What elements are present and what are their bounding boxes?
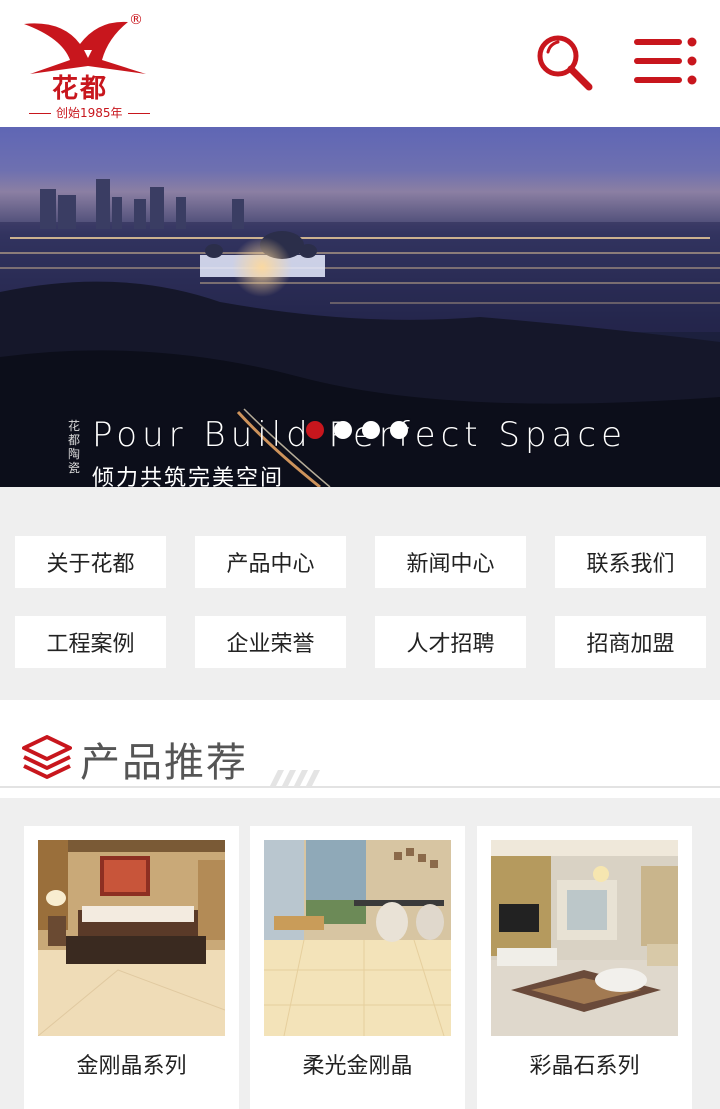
site-header: ® 花都 创始1985年 (0, 0, 720, 127)
product-image-1 (38, 840, 225, 1036)
carousel-dot-1[interactable] (306, 421, 324, 439)
nav-about[interactable]: 关于花都 (15, 536, 166, 588)
product-name-3: 彩晶石系列 (529, 1054, 640, 1079)
quick-nav-grid: 关于花都 产品中心 新闻中心 联系我们 工程案例 企业荣誉 人才招聘 招商加盟 (0, 503, 720, 698)
carousel-dots (306, 421, 408, 439)
layers-icon (22, 735, 72, 779)
product-card-3[interactable]: 彩晶石系列 (477, 826, 692, 1109)
since-text: 创始1985年 (24, 104, 152, 121)
product-card-1[interactable]: 金刚晶系列 (24, 826, 239, 1109)
product-image-3 (491, 840, 678, 1036)
menu-button[interactable] (630, 34, 702, 90)
menu-icon (634, 37, 697, 85)
nav-honors[interactable]: 企业荣誉 (195, 616, 346, 668)
banner-tagline-cn: 倾力共筑完美空间 (92, 466, 285, 487)
nav-contact[interactable]: 联系我们 (555, 536, 706, 588)
product-name-1: 金刚晶系列 (76, 1054, 187, 1079)
product-recommend-header: 产品推荐 (0, 700, 720, 798)
carousel-dot-4[interactable] (390, 421, 408, 439)
banner-side-tag: 花都陶瓷 (67, 419, 80, 475)
search-icon (537, 35, 593, 91)
registered-mark: ® (129, 12, 143, 28)
brand-logo[interactable]: ® 花都 创始1985年 (18, 12, 158, 120)
nav-franchise[interactable]: 招商加盟 (555, 616, 706, 668)
brand-name: 花都 (52, 74, 109, 104)
nav-careers[interactable]: 人才招聘 (375, 616, 526, 668)
nav-news[interactable]: 新闻中心 (375, 536, 526, 588)
product-list: 金刚晶系列 柔光金刚晶 彩晶石系列 (0, 800, 720, 1109)
section-title: 产品推荐 (80, 740, 248, 786)
product-image-2 (264, 840, 451, 1036)
decorative-stripes (270, 770, 320, 786)
search-button[interactable] (534, 32, 596, 94)
carousel-dot-3[interactable] (362, 421, 380, 439)
section-divider (0, 786, 720, 788)
product-card-2[interactable]: 柔光金刚晶 (250, 826, 465, 1109)
nav-cases[interactable]: 工程案例 (15, 616, 166, 668)
nav-products[interactable]: 产品中心 (195, 536, 346, 588)
product-name-2: 柔光金刚晶 (302, 1054, 413, 1079)
carousel-dot-2[interactable] (334, 421, 352, 439)
